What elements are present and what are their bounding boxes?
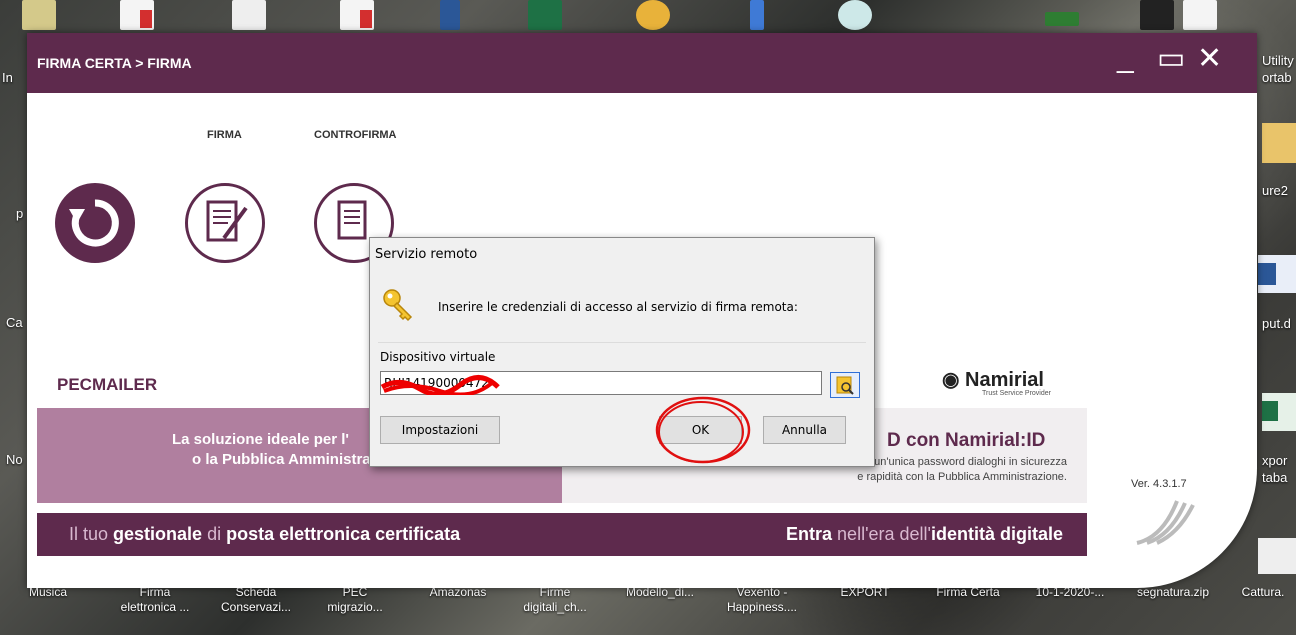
dialog-body: Inserire le credenziali di accesso al se…	[370, 272, 874, 466]
desktop-label[interactable]: ortab	[1262, 70, 1292, 85]
folder-icon[interactable]	[750, 0, 764, 30]
back-icon[interactable]	[55, 183, 135, 263]
maximize-button[interactable]: ▭	[1157, 41, 1185, 76]
cancel-button[interactable]: Annulla	[763, 416, 846, 444]
spid-footer: Entra nell'era dell'identità digitale	[562, 513, 1087, 556]
image-icon[interactable]	[1258, 538, 1296, 574]
word-icon[interactable]	[440, 0, 460, 30]
pec-tagline: La soluzione ideale per l'	[172, 431, 349, 448]
annotation-circle	[655, 396, 751, 464]
pdf-icon[interactable]	[120, 0, 154, 30]
namirial-logo: ◉ Namirial	[942, 369, 1044, 391]
sign-document-icon[interactable]	[185, 183, 265, 263]
desktop-label[interactable]: No	[6, 452, 23, 467]
folder-icon[interactable]	[1262, 123, 1296, 163]
virtual-device-label: Dispositivo virtuale	[380, 350, 496, 364]
excel-icon[interactable]	[1262, 393, 1296, 431]
brand-swirl-icon	[1136, 500, 1195, 545]
desktop-label[interactable]: PEC migrazio...	[310, 585, 400, 615]
redaction-scribble	[380, 375, 500, 395]
desktop-label[interactable]: In	[2, 70, 13, 85]
desktop-label[interactable]: Firme digitali_ch...	[510, 585, 600, 615]
dialog-title: Servizio remoto	[375, 247, 478, 262]
desktop-label[interactable]: ure2	[1262, 183, 1288, 198]
search-folder-icon	[836, 376, 854, 395]
settings-button[interactable]: Impostazioni	[380, 416, 500, 444]
pec-footer: Il tuo gestionale di posta elettronica c…	[37, 513, 562, 556]
desktop-label[interactable]: p	[16, 206, 23, 221]
app-icon[interactable]	[838, 0, 872, 30]
chrome-icon[interactable]	[636, 0, 670, 30]
spid-title: D con Namirial:ID	[887, 430, 1046, 451]
desktop-label[interactable]: Scheda Conservazi...	[206, 585, 306, 615]
pecmailer-logo: PECMAILER	[57, 375, 158, 394]
remote-service-dialog: Servizio remoto Inserire le credenziali …	[369, 237, 875, 467]
app-icon[interactable]	[1045, 12, 1079, 26]
desktop-top-icons	[0, 0, 1296, 32]
desktop-label[interactable]: Cattura.	[1230, 585, 1296, 600]
window-title: FIRMA CERTA > FIRMA	[37, 55, 192, 71]
key-icon	[383, 289, 413, 322]
tab-firma[interactable]: FIRMA	[207, 129, 242, 141]
version-label: Ver. 4.3.1.7	[1131, 478, 1187, 490]
desktop-label[interactable]: xpor	[1262, 453, 1287, 468]
desktop-label[interactable]: put.d	[1262, 316, 1291, 331]
desktop-label[interactable]: Firma elettronica ...	[100, 585, 210, 615]
pdf-icon[interactable]	[1183, 0, 1217, 30]
minimize-button[interactable]: _	[1117, 41, 1134, 75]
desktop-label[interactable]: taba	[1262, 470, 1287, 485]
desktop-label[interactable]: Ca	[6, 315, 23, 330]
terminal-icon[interactable]	[1140, 0, 1174, 30]
excel-icon[interactable]	[528, 0, 562, 30]
file-icon[interactable]	[22, 0, 56, 30]
word-icon[interactable]	[1258, 255, 1296, 293]
namirial-subtitle: Trust Service Provider	[982, 390, 1051, 397]
close-button[interactable]: ✕	[1197, 41, 1222, 76]
tab-controfirma[interactable]: CONTROFIRMA	[314, 129, 397, 141]
title-bar: FIRMA CERTA > FIRMA _ ▭ ✕	[27, 33, 1257, 93]
separator	[378, 342, 866, 343]
desktop-bottom-icons: Musica Firma elettronica ... Scheda Conser…	[0, 585, 1296, 635]
document-icon[interactable]	[232, 0, 266, 30]
desktop-label[interactable]: Vexento - Happiness....	[712, 585, 812, 615]
browse-button[interactable]	[830, 372, 860, 398]
dialog-message: Inserire le credenziali di accesso al se…	[438, 300, 798, 314]
pdf-icon[interactable]	[340, 0, 374, 30]
desktop-label[interactable]: Utility	[1262, 53, 1294, 68]
